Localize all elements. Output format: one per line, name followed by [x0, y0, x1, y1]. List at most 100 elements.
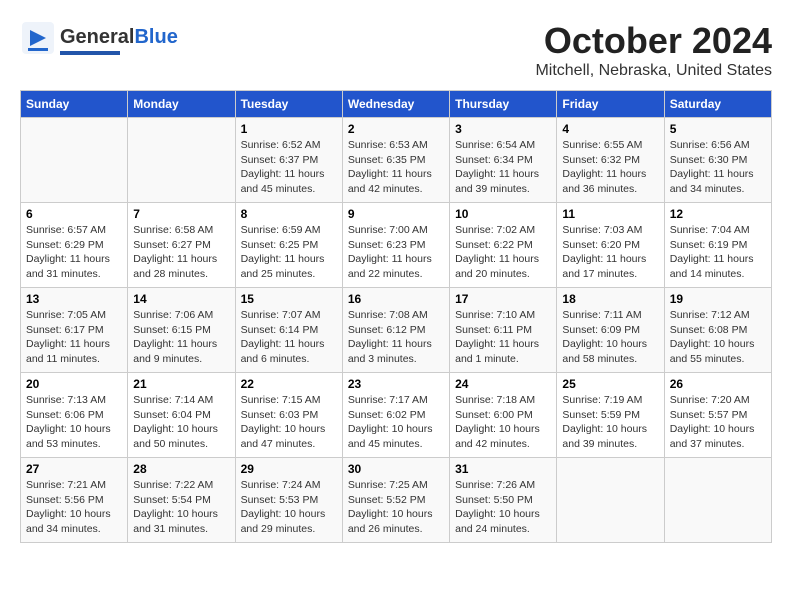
day-info: Sunrise: 7:21 AM Sunset: 5:56 PM Dayligh…	[26, 478, 122, 537]
day-info: Sunrise: 6:58 AM Sunset: 6:27 PM Dayligh…	[133, 223, 229, 282]
day-info: Sunrise: 7:00 AM Sunset: 6:23 PM Dayligh…	[348, 223, 444, 282]
calendar-cell: 3Sunrise: 6:54 AM Sunset: 6:34 PM Daylig…	[450, 118, 557, 203]
week-row-1: 1Sunrise: 6:52 AM Sunset: 6:37 PM Daylig…	[21, 118, 772, 203]
day-info: Sunrise: 7:03 AM Sunset: 6:20 PM Dayligh…	[562, 223, 658, 282]
logo-general-text: General	[60, 26, 134, 48]
calendar-cell: 19 Sunrise: 7:12 AM Sunset: 6:08 PM Dayli…	[664, 288, 771, 373]
day-number: 7	[133, 207, 229, 221]
day-number: 18	[562, 292, 658, 306]
calendar-cell: 31Sunrise: 7:26 AM Sunset: 5:50 PM Dayli…	[450, 458, 557, 543]
day-info: Sunrise: 7:14 AM Sunset: 6:04 PM Dayligh…	[133, 393, 229, 452]
calendar-cell: 20 Sunrise: 7:13 AM Sunset: 6:06 PM Dayli…	[21, 373, 128, 458]
day-number: 23	[348, 377, 444, 391]
calendar-cell	[557, 458, 664, 543]
day-info: Sunrise: 7:18 AM Sunset: 6:00 PM Dayligh…	[455, 393, 551, 452]
day-info: Sunrise: 7:10 AM Sunset: 6:11 PM Dayligh…	[455, 308, 551, 367]
calendar-cell: 10 Sunrise: 7:02 AM Sunset: 6:22 PM Dayli…	[450, 203, 557, 288]
title-block: October 2024 Mitchell, Nebraska, United …	[535, 20, 772, 80]
day-info: Sunrise: 7:06 AM Sunset: 6:15 PM Dayligh…	[133, 308, 229, 367]
day-info: Sunrise: 7:07 AM Sunset: 6:14 PM Dayligh…	[241, 308, 337, 367]
calendar-cell	[664, 458, 771, 543]
calendar-cell: 25Sunrise: 7:19 AM Sunset: 5:59 PM Dayli…	[557, 373, 664, 458]
calendar-cell: 27 Sunrise: 7:21 AM Sunset: 5:56 PM Dayli…	[21, 458, 128, 543]
day-number: 27	[26, 462, 122, 476]
day-number: 28	[133, 462, 229, 476]
day-info: Sunrise: 7:13 AM Sunset: 6:06 PM Dayligh…	[26, 393, 122, 452]
calendar-header-row: SundayMondayTuesdayWednesdayThursdayFrid…	[21, 91, 772, 118]
calendar-cell: 7 Sunrise: 6:58 AM Sunset: 6:27 PM Daylig…	[128, 203, 235, 288]
calendar-cell: 1Sunrise: 6:52 AM Sunset: 6:37 PM Daylig…	[235, 118, 342, 203]
day-info: Sunrise: 7:12 AM Sunset: 6:08 PM Dayligh…	[670, 308, 766, 367]
logo-blue-text: Blue	[134, 26, 177, 48]
day-info: Sunrise: 6:53 AM Sunset: 6:35 PM Dayligh…	[348, 138, 444, 197]
day-number: 8	[241, 207, 337, 221]
day-number: 1	[241, 122, 337, 136]
calendar-cell: 2 Sunrise: 6:53 AM Sunset: 6:35 PM Daylig…	[342, 118, 449, 203]
calendar-cell: 18Sunrise: 7:11 AM Sunset: 6:09 PM Dayli…	[557, 288, 664, 373]
column-header-thursday: Thursday	[450, 91, 557, 118]
day-info: Sunrise: 7:24 AM Sunset: 5:53 PM Dayligh…	[241, 478, 337, 537]
day-number: 19	[670, 292, 766, 306]
day-number: 3	[455, 122, 551, 136]
calendar-cell: 22Sunrise: 7:15 AM Sunset: 6:03 PM Dayli…	[235, 373, 342, 458]
calendar-cell: 21 Sunrise: 7:14 AM Sunset: 6:04 PM Dayli…	[128, 373, 235, 458]
day-number: 5	[670, 122, 766, 136]
calendar-cell: 23 Sunrise: 7:17 AM Sunset: 6:02 PM Dayli…	[342, 373, 449, 458]
day-number: 13	[26, 292, 122, 306]
day-number: 22	[241, 377, 337, 391]
day-number: 29	[241, 462, 337, 476]
day-number: 17	[455, 292, 551, 306]
day-number: 30	[348, 462, 444, 476]
logo: GeneralBlue	[20, 20, 178, 61]
day-number: 20	[26, 377, 122, 391]
day-info: Sunrise: 7:02 AM Sunset: 6:22 PM Dayligh…	[455, 223, 551, 282]
calendar-cell: 5 Sunrise: 6:56 AM Sunset: 6:30 PM Daylig…	[664, 118, 771, 203]
week-row-4: 20 Sunrise: 7:13 AM Sunset: 6:06 PM Dayli…	[21, 373, 772, 458]
page-header: GeneralBlue October 2024 Mitchell, Nebra…	[20, 20, 772, 80]
day-number: 2	[348, 122, 444, 136]
week-row-3: 13 Sunrise: 7:05 AM Sunset: 6:17 PM Dayli…	[21, 288, 772, 373]
day-info: Sunrise: 7:25 AM Sunset: 5:52 PM Dayligh…	[348, 478, 444, 537]
calendar-cell: 24 Sunrise: 7:18 AM Sunset: 6:00 PM Dayli…	[450, 373, 557, 458]
day-info: Sunrise: 7:05 AM Sunset: 6:17 PM Dayligh…	[26, 308, 122, 367]
day-number: 9	[348, 207, 444, 221]
column-header-sunday: Sunday	[21, 91, 128, 118]
calendar-cell: 14Sunrise: 7:06 AM Sunset: 6:15 PM Dayli…	[128, 288, 235, 373]
day-number: 12	[670, 207, 766, 221]
calendar-cell: 26Sunrise: 7:20 AM Sunset: 5:57 PM Dayli…	[664, 373, 771, 458]
day-number: 11	[562, 207, 658, 221]
day-number: 31	[455, 462, 551, 476]
week-row-2: 6Sunrise: 6:57 AM Sunset: 6:29 PM Daylig…	[21, 203, 772, 288]
calendar-cell: 6Sunrise: 6:57 AM Sunset: 6:29 PM Daylig…	[21, 203, 128, 288]
calendar-cell: 9 Sunrise: 7:00 AM Sunset: 6:23 PM Daylig…	[342, 203, 449, 288]
day-number: 24	[455, 377, 551, 391]
calendar-cell: 15 Sunrise: 7:07 AM Sunset: 6:14 PM Dayli…	[235, 288, 342, 373]
column-header-tuesday: Tuesday	[235, 91, 342, 118]
calendar-cell: 28Sunrise: 7:22 AM Sunset: 5:54 PM Dayli…	[128, 458, 235, 543]
day-info: Sunrise: 6:55 AM Sunset: 6:32 PM Dayligh…	[562, 138, 658, 197]
calendar-cell: 17 Sunrise: 7:10 AM Sunset: 6:11 PM Dayli…	[450, 288, 557, 373]
day-number: 4	[562, 122, 658, 136]
day-info: Sunrise: 7:20 AM Sunset: 5:57 PM Dayligh…	[670, 393, 766, 452]
day-info: Sunrise: 7:19 AM Sunset: 5:59 PM Dayligh…	[562, 393, 658, 452]
day-number: 15	[241, 292, 337, 306]
calendar-cell: 12Sunrise: 7:04 AM Sunset: 6:19 PM Dayli…	[664, 203, 771, 288]
day-info: Sunrise: 7:08 AM Sunset: 6:12 PM Dayligh…	[348, 308, 444, 367]
day-number: 16	[348, 292, 444, 306]
week-row-5: 27 Sunrise: 7:21 AM Sunset: 5:56 PM Dayli…	[21, 458, 772, 543]
calendar-cell: 11 Sunrise: 7:03 AM Sunset: 6:20 PM Dayli…	[557, 203, 664, 288]
column-header-wednesday: Wednesday	[342, 91, 449, 118]
page-subtitle: Mitchell, Nebraska, United States	[535, 62, 772, 80]
day-info: Sunrise: 6:56 AM Sunset: 6:30 PM Dayligh…	[670, 138, 766, 197]
column-header-monday: Monday	[128, 91, 235, 118]
calendar-cell: 13 Sunrise: 7:05 AM Sunset: 6:17 PM Dayli…	[21, 288, 128, 373]
day-number: 21	[133, 377, 229, 391]
day-number: 10	[455, 207, 551, 221]
calendar-cell: 4 Sunrise: 6:55 AM Sunset: 6:32 PM Daylig…	[557, 118, 664, 203]
calendar-cell: 29 Sunrise: 7:24 AM Sunset: 5:53 PM Dayli…	[235, 458, 342, 543]
column-header-friday: Friday	[557, 91, 664, 118]
calendar-cell: 16 Sunrise: 7:08 AM Sunset: 6:12 PM Dayli…	[342, 288, 449, 373]
calendar-cell: 30 Sunrise: 7:25 AM Sunset: 5:52 PM Dayli…	[342, 458, 449, 543]
day-info: Sunrise: 7:17 AM Sunset: 6:02 PM Dayligh…	[348, 393, 444, 452]
calendar-table: SundayMondayTuesdayWednesdayThursdayFrid…	[20, 90, 772, 543]
